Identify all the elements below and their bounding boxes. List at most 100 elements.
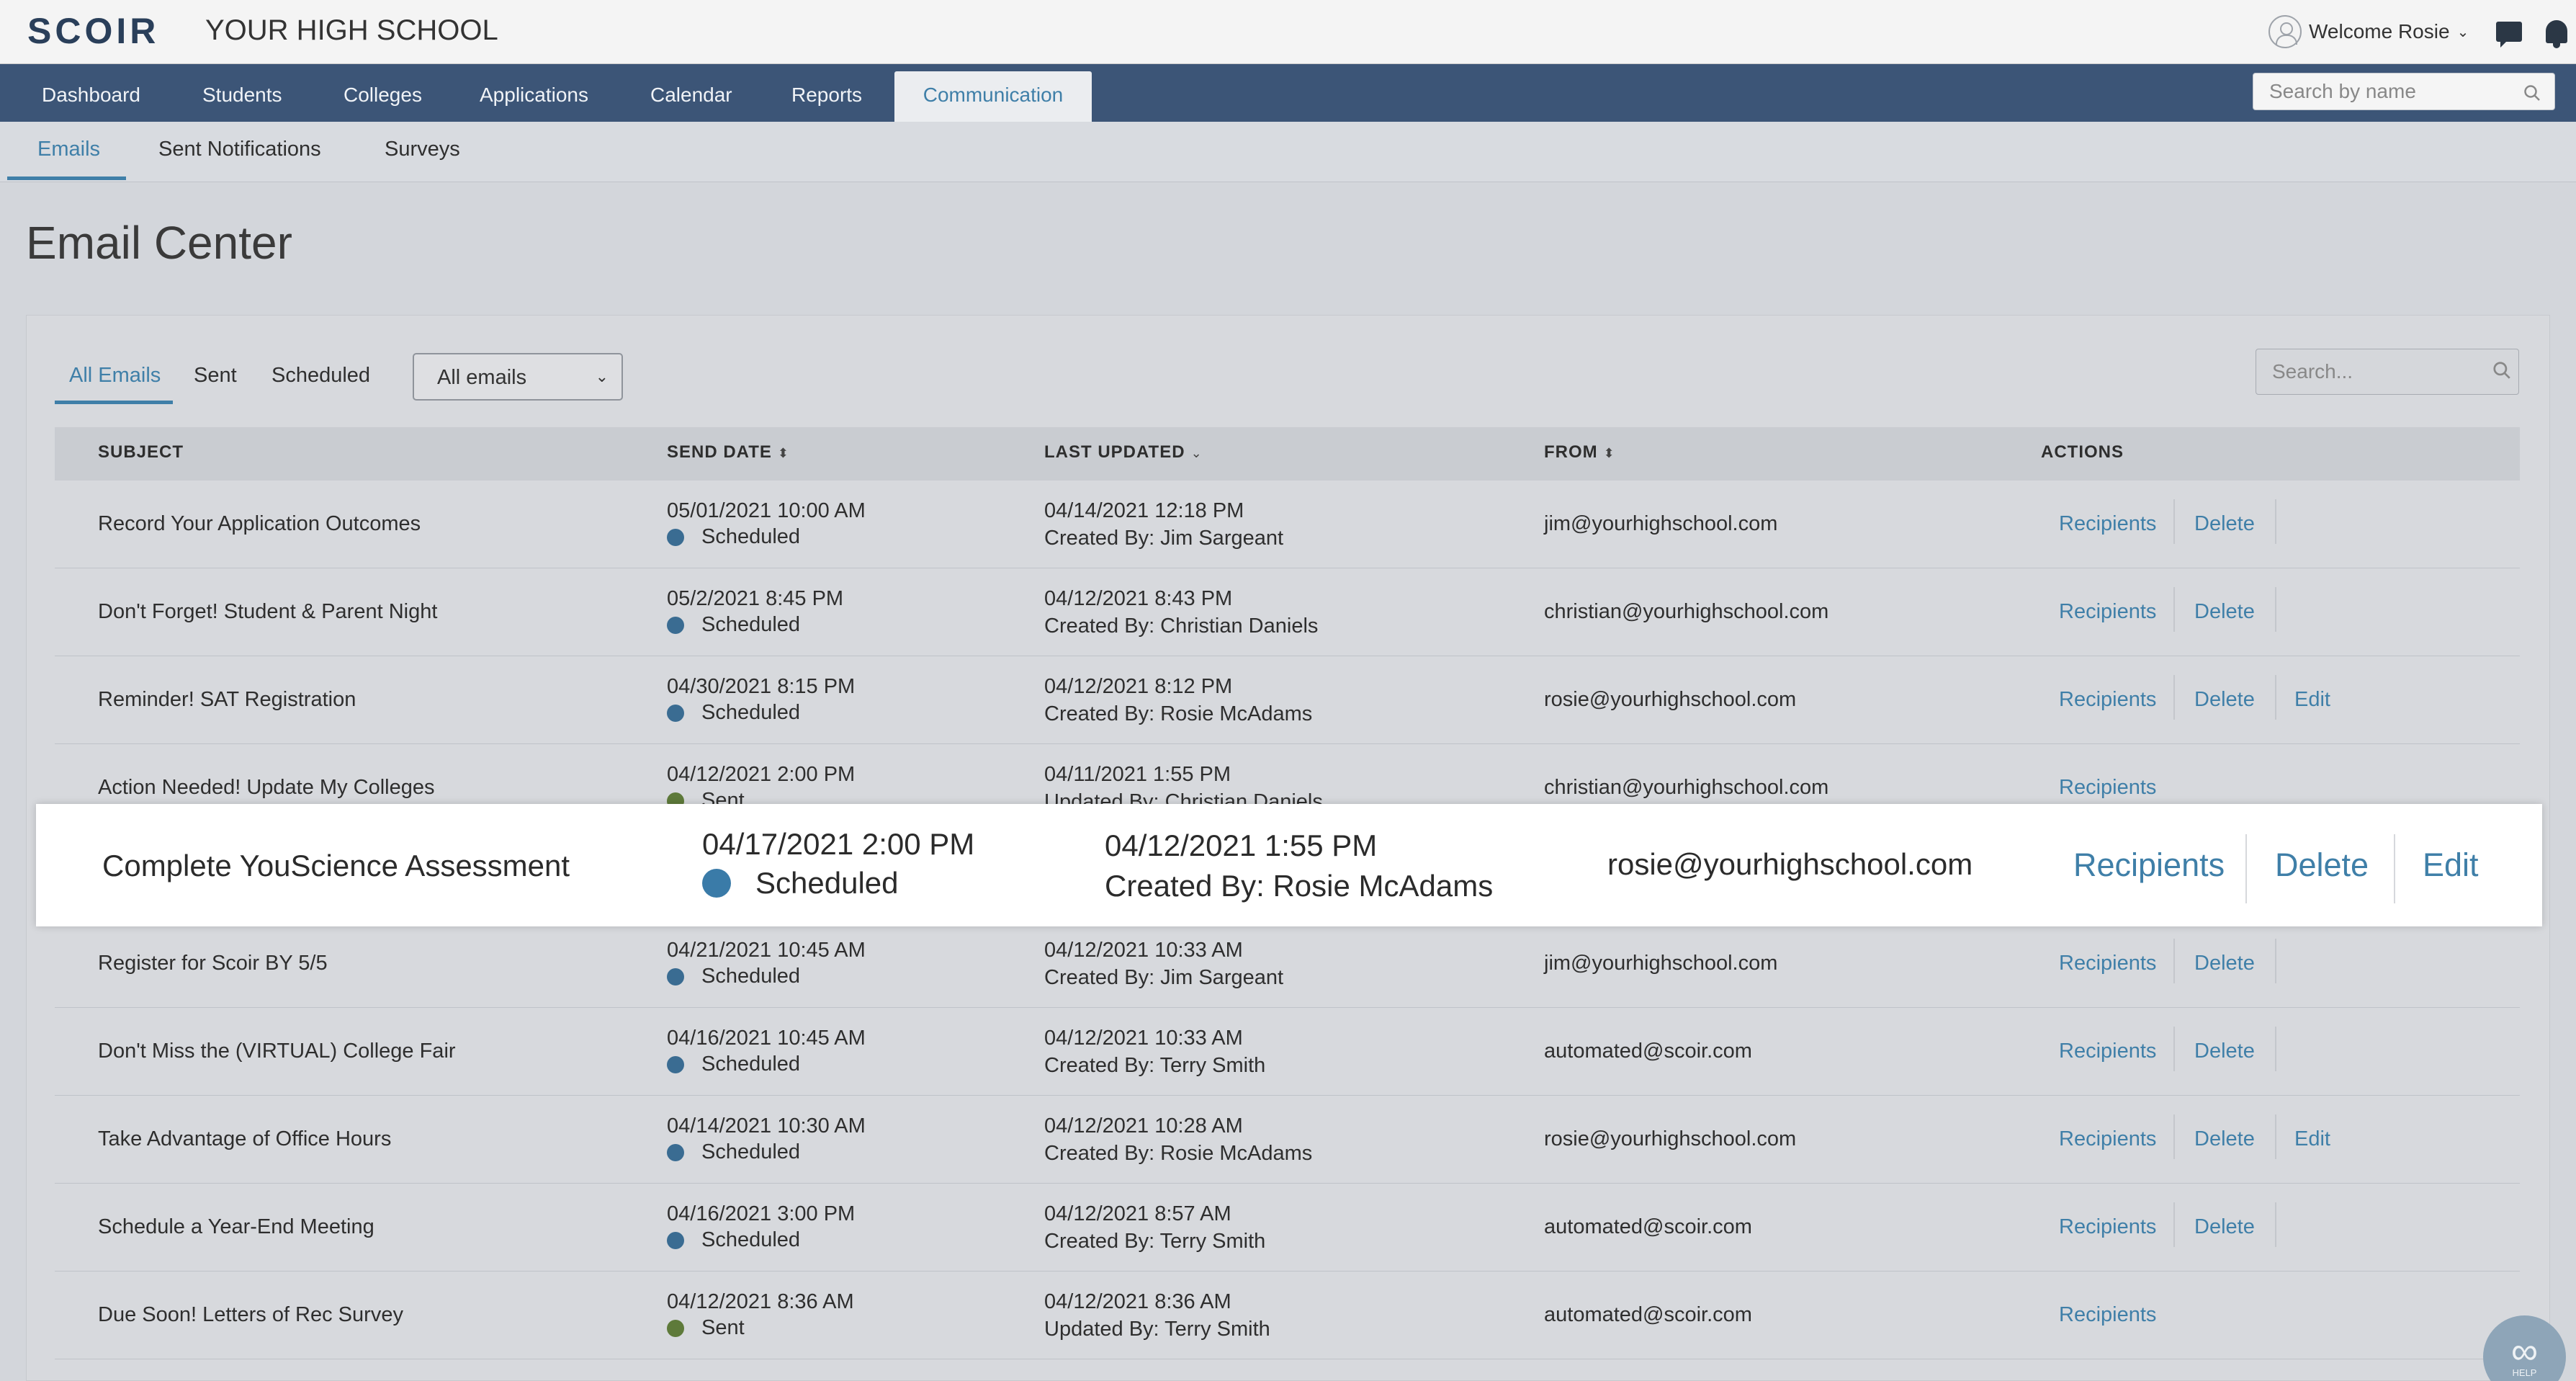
recipients-button[interactable]: Recipients bbox=[2059, 776, 2156, 800]
row-updated-by: Created By: Jim Sargeant bbox=[1044, 527, 1284, 550]
user-menu[interactable]: Welcome Rosie ⌄ bbox=[2268, 14, 2469, 49]
row-from: rosie@yourhighschool.com bbox=[1607, 847, 1973, 881]
status-dot bbox=[667, 1319, 684, 1337]
row-status: Scheduled bbox=[667, 701, 800, 725]
row-status: Scheduled bbox=[667, 1052, 800, 1076]
nav-item-colleges[interactable]: Colleges bbox=[344, 64, 422, 122]
tab-sent-notifications[interactable]: Sent Notifications bbox=[158, 138, 321, 161]
recipients-button[interactable]: Recipients bbox=[2059, 688, 2156, 712]
recipients-button[interactable]: Recipients bbox=[2059, 1040, 2156, 1063]
row-send-date: 04/16/2021 10:45 AM bbox=[667, 1027, 866, 1050]
sort-desc-icon[interactable]: ⌄ bbox=[1191, 446, 1203, 460]
table-row[interactable]: Don't Miss the (VIRTUAL) College Fair 04… bbox=[55, 1008, 2520, 1096]
table-row[interactable]: Record Your Application Outcomes 05/01/2… bbox=[55, 481, 2520, 568]
table-row[interactable]: Don't Forget! Student & Parent Night 05/… bbox=[55, 568, 2520, 656]
row-updated-by: Created By: Rosie McAdams bbox=[1044, 1142, 1313, 1165]
recipients-button[interactable]: Recipients bbox=[2059, 1215, 2156, 1239]
delete-button[interactable]: Delete bbox=[2194, 600, 2255, 624]
infinity-icon: ∞ bbox=[2510, 1331, 2539, 1372]
row-subject[interactable]: Take Advantage of Office Hours bbox=[98, 1127, 391, 1151]
table-row[interactable]: Take Advantage of Office Hours 04/14/202… bbox=[55, 1096, 2520, 1184]
row-status-label: Scheduled bbox=[701, 525, 801, 548]
table-row[interactable]: Due Soon! Letters of Rec Survey 04/12/20… bbox=[55, 1271, 2520, 1359]
magnifier-icon[interactable] bbox=[2492, 360, 2512, 380]
nav-item-students[interactable]: Students bbox=[202, 64, 282, 122]
magnifier-icon[interactable] bbox=[2523, 84, 2541, 102]
edit-button[interactable]: Edit bbox=[2423, 846, 2479, 884]
delete-button[interactable]: Delete bbox=[2194, 1040, 2255, 1063]
nav-item-reports[interactable]: Reports bbox=[791, 64, 862, 122]
filter-tab-sent[interactable]: Sent bbox=[194, 364, 237, 388]
recipients-button[interactable]: Recipients bbox=[2073, 846, 2225, 884]
row-last-updated: 04/12/2021 8:12 PM bbox=[1044, 675, 1233, 698]
row-status-label: Scheduled bbox=[701, 1140, 801, 1163]
recipients-button[interactable]: Recipients bbox=[2059, 600, 2156, 624]
row-send-date: 04/30/2021 8:15 PM bbox=[667, 675, 856, 698]
row-send-date: 04/12/2021 8:36 AM bbox=[667, 1290, 854, 1313]
table-row[interactable]: Schedule a Year-End Meeting 04/16/2021 3… bbox=[55, 1184, 2520, 1271]
sort-arrows-icon[interactable]: ⬍ bbox=[778, 446, 789, 460]
row-from: automated@scoir.com bbox=[1544, 1303, 1752, 1326]
recipients-button[interactable]: Recipients bbox=[2059, 1303, 2156, 1327]
filter-tab-all-emails[interactable]: All Emails bbox=[69, 364, 161, 388]
edit-button[interactable]: Edit bbox=[2294, 688, 2330, 712]
edit-button[interactable]: Edit bbox=[2294, 1127, 2330, 1151]
row-status: Sent bbox=[667, 1316, 745, 1340]
nav-item-calendar[interactable]: Calendar bbox=[650, 64, 732, 122]
tab-emails[interactable]: Emails bbox=[37, 138, 100, 161]
row-subject[interactable]: Action Needed! Update My Colleges bbox=[98, 776, 434, 800]
scoir-logo[interactable]: SCOIR bbox=[27, 10, 159, 52]
top-bar: SCOIR YOUR HIGH SCHOOL Welcome Rosie ⌄ bbox=[0, 0, 2576, 64]
row-subject[interactable]: Don't Forget! Student & Parent Night bbox=[98, 600, 437, 624]
row-from: jim@yourhighschool.com bbox=[1544, 952, 1778, 975]
sort-arrows-icon[interactable]: ⬍ bbox=[1604, 446, 1615, 460]
action-divider bbox=[2173, 587, 2175, 632]
row-subject[interactable]: Record Your Application Outcomes bbox=[98, 512, 421, 536]
column-header-send-date[interactable]: SEND DATE ⬍ bbox=[667, 442, 789, 462]
row-subject[interactable]: Due Soon! Letters of Rec Survey bbox=[98, 1303, 403, 1327]
column-header-from[interactable]: FROM ⬍ bbox=[1544, 442, 1615, 462]
row-send-date: 04/12/2021 2:00 PM bbox=[667, 763, 856, 786]
row-subject[interactable]: Reminder! SAT Registration bbox=[98, 688, 356, 712]
delete-button[interactable]: Delete bbox=[2194, 512, 2255, 536]
table-row[interactable]: Reminder! SAT Registration 04/30/2021 8:… bbox=[55, 656, 2520, 744]
delete-button[interactable]: Delete bbox=[2275, 846, 2369, 884]
nav-item-dashboard[interactable]: Dashboard bbox=[42, 64, 140, 122]
email-search-input[interactable] bbox=[2256, 349, 2519, 395]
row-status: Scheduled bbox=[702, 866, 899, 900]
recipients-button[interactable]: Recipients bbox=[2059, 952, 2156, 975]
row-subject[interactable]: Register for Scoir BY 5/5 bbox=[98, 952, 328, 975]
column-header-from-label: FROM bbox=[1544, 442, 1598, 462]
tab-surveys[interactable]: Surveys bbox=[385, 138, 460, 161]
row-send-date: 04/16/2021 3:00 PM bbox=[667, 1202, 856, 1225]
chat-bubble-icon[interactable] bbox=[2496, 22, 2522, 48]
row-last-updated: 04/11/2021 1:55 PM bbox=[1044, 763, 1231, 786]
column-header-last-updated[interactable]: LAST UPDATED ⌄ bbox=[1044, 442, 1203, 462]
student-search-input[interactable] bbox=[2253, 73, 2555, 110]
filter-tab-scheduled[interactable]: Scheduled bbox=[271, 364, 370, 388]
row-subject[interactable]: Complete YouScience Assessment bbox=[102, 849, 570, 883]
row-subject[interactable]: Schedule a Year-End Meeting bbox=[98, 1215, 374, 1239]
nav-item-communication[interactable]: Communication bbox=[894, 71, 1092, 122]
row-updated-by: Created By: Terry Smith bbox=[1044, 1230, 1266, 1253]
delete-button[interactable]: Delete bbox=[2194, 1215, 2255, 1239]
delete-button[interactable]: Delete bbox=[2194, 952, 2255, 975]
school-name: YOUR HIGH SCHOOL bbox=[205, 14, 498, 46]
delete-button[interactable]: Delete bbox=[2194, 1127, 2255, 1151]
row-last-updated: 04/12/2021 10:33 AM bbox=[1044, 1027, 1243, 1050]
bell-icon[interactable] bbox=[2546, 20, 2567, 48]
row-subject[interactable]: Don't Miss the (VIRTUAL) College Fair bbox=[98, 1040, 456, 1063]
recipients-button[interactable]: Recipients bbox=[2059, 1127, 2156, 1151]
chevron-down-icon: ⌄ bbox=[2456, 24, 2469, 40]
row-status-label: Scheduled bbox=[701, 701, 801, 724]
nav-item-applications[interactable]: Applications bbox=[480, 64, 588, 122]
recipients-button[interactable]: Recipients bbox=[2059, 512, 2156, 536]
row-send-date: 04/21/2021 10:45 AM bbox=[667, 939, 866, 962]
highlighted-table-row[interactable]: Complete YouScience Assessment 04/17/202… bbox=[36, 804, 2542, 926]
action-divider bbox=[2275, 1114, 2276, 1159]
table-row[interactable]: Register for Scoir BY 5/5 04/21/2021 10:… bbox=[55, 920, 2520, 1008]
column-header-send-date-label: SEND DATE bbox=[667, 442, 772, 462]
delete-button[interactable]: Delete bbox=[2194, 688, 2255, 712]
row-from: jim@yourhighschool.com bbox=[1544, 512, 1778, 535]
email-type-select[interactable]: All emails ⌄ bbox=[413, 353, 623, 401]
